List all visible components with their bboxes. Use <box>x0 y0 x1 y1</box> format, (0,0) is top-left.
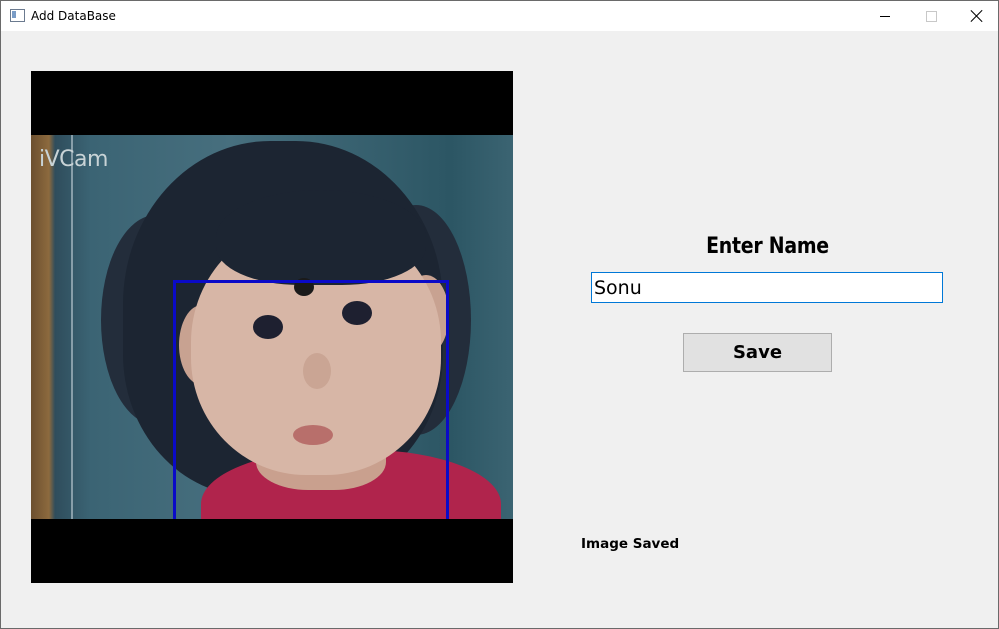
close-button[interactable] <box>954 1 999 31</box>
face-detection-box <box>173 280 449 519</box>
enter-name-label: Enter Name <box>706 234 829 259</box>
close-icon <box>971 10 983 22</box>
window-title: Add DataBase <box>31 9 116 23</box>
name-input[interactable] <box>591 272 943 303</box>
minimize-icon <box>880 15 890 17</box>
app-window: Add DataBase iVCam Enter Name Sonu Save … <box>0 0 999 629</box>
status-text: Image Saved <box>581 536 680 552</box>
camera-frame: iVCam <box>31 135 513 519</box>
save-button[interactable]: Save <box>683 333 832 372</box>
maximize-icon <box>925 10 937 22</box>
title-bar[interactable]: Add DataBase <box>1 1 998 31</box>
minimize-button[interactable] <box>862 1 908 31</box>
camera-watermark: iVCam <box>39 147 108 172</box>
maximize-button[interactable] <box>908 1 954 31</box>
app-icon <box>10 9 25 22</box>
camera-preview: iVCam <box>31 71 513 583</box>
